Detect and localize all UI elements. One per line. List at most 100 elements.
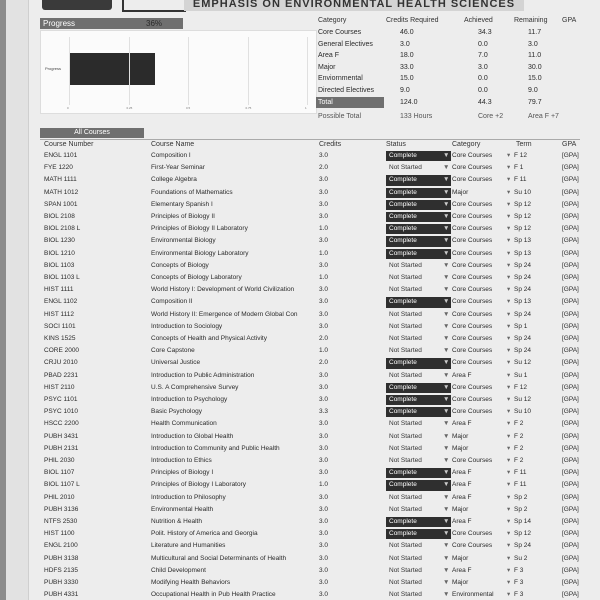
col-header-gpa[interactable]: GPA <box>562 140 576 150</box>
gpa-cell[interactable]: [GPA] <box>562 418 596 430</box>
term-dropdown[interactable]: F 2 <box>514 431 554 443</box>
category-dropdown[interactable]: Core Courses <box>452 540 512 552</box>
course-name-cell[interactable]: Principles of Biology II Laboratory <box>151 223 317 235</box>
course-name-cell[interactable]: Introduction to Public Administration <box>151 370 317 382</box>
course-number-cell[interactable]: PUBH 3138 <box>44 553 144 565</box>
course-number-cell[interactable]: CRJU 2010 <box>44 357 144 369</box>
course-name-cell[interactable]: Principles of Biology II <box>151 211 317 223</box>
course-name-cell[interactable]: Introduction to Ethics <box>151 455 317 467</box>
dropdown-arrow-icon[interactable]: ▾ <box>507 479 510 491</box>
term-dropdown[interactable]: Sp 13 <box>514 248 554 260</box>
course-number-cell[interactable]: HIST 1111 <box>44 284 144 296</box>
dropdown-arrow-icon[interactable]: ▾ <box>507 260 510 272</box>
course-name-cell[interactable]: First-Year Seminar <box>151 162 317 174</box>
credits-cell[interactable]: 3.0 <box>319 540 369 552</box>
credits-cell[interactable]: 3.0 <box>319 492 369 504</box>
category-dropdown[interactable]: Area F <box>452 418 512 430</box>
course-number-cell[interactable]: BIOL 1103 <box>44 260 144 272</box>
summary-cell-category[interactable]: Core Courses <box>318 27 361 38</box>
credits-cell[interactable]: 1.0 <box>319 345 369 357</box>
term-dropdown[interactable]: F 3 <box>514 565 554 577</box>
category-dropdown[interactable]: Core Courses <box>452 406 512 418</box>
term-dropdown[interactable]: Sp 12 <box>514 199 554 211</box>
course-name-cell[interactable]: Basic Psychology <box>151 406 317 418</box>
table-row[interactable]: SPAN 1001 Elementary Spanish I 3.0 Complete… <box>6 199 600 211</box>
term-dropdown[interactable]: Sp 12 <box>514 528 554 540</box>
term-dropdown[interactable]: Su 10 <box>514 187 554 199</box>
term-dropdown[interactable]: F 2 <box>514 418 554 430</box>
status-dropdown[interactable]: Not Started <box>386 455 451 467</box>
course-name-cell[interactable]: Foundations of Mathematics <box>151 187 317 199</box>
status-dropdown[interactable]: Complete <box>386 529 451 540</box>
table-row[interactable]: PUBH 3138 Multicultural and Social Determ… <box>6 553 600 565</box>
course-number-cell[interactable]: SPAN 1001 <box>44 199 144 211</box>
category-dropdown[interactable]: Core Courses <box>452 223 512 235</box>
gpa-cell[interactable]: [GPA] <box>562 309 596 321</box>
summary-cell-category[interactable]: Total <box>318 97 333 108</box>
course-name-cell[interactable]: Polit. History of America and Georgia <box>151 528 317 540</box>
credits-cell[interactable]: 3.0 <box>319 382 369 394</box>
dropdown-arrow-icon[interactable]: ▼ <box>443 370 449 382</box>
table-row[interactable]: BIOL 1103 Concepts of Biology 3.0 Not Start… <box>6 260 600 272</box>
status-dropdown[interactable]: Complete <box>386 199 451 210</box>
course-name-cell[interactable]: Introduction to Sociology <box>151 321 317 333</box>
dropdown-arrow-icon[interactable]: ▾ <box>507 150 510 162</box>
course-name-cell[interactable]: Child Development <box>151 565 317 577</box>
status-dropdown[interactable]: Complete <box>386 358 451 369</box>
term-dropdown[interactable]: F 12 <box>514 150 554 162</box>
credits-cell[interactable]: 3.0 <box>319 418 369 430</box>
course-name-cell[interactable]: Composition I <box>151 150 317 162</box>
dropdown-arrow-icon[interactable]: ▼ <box>443 467 449 479</box>
dropdown-arrow-icon[interactable]: ▾ <box>507 235 510 247</box>
dropdown-arrow-icon[interactable]: ▾ <box>507 455 510 467</box>
table-row[interactable]: BIOL 1107 Principles of Biology I 3.0 Compl… <box>6 467 600 479</box>
credits-cell[interactable]: 3.0 <box>319 260 369 272</box>
course-number-cell[interactable]: BIOL 2108 <box>44 211 144 223</box>
status-dropdown[interactable]: Complete <box>386 187 451 198</box>
status-dropdown[interactable]: Not Started <box>386 418 451 430</box>
category-dropdown[interactable]: Core Courses <box>452 162 512 174</box>
summary-cell-remaining[interactable]: 9.0 <box>528 85 538 96</box>
course-number-cell[interactable]: BIOL 1107 <box>44 467 144 479</box>
gpa-cell[interactable]: [GPA] <box>562 528 596 540</box>
credits-cell[interactable]: 3.3 <box>319 406 369 418</box>
dropdown-arrow-icon[interactable]: ▾ <box>507 248 510 260</box>
summary-cell-remaining[interactable]: 11.0 <box>528 50 541 61</box>
table-row[interactable]: ENGL 1102 Composition II 3.0 Complete Core C… <box>6 296 600 308</box>
course-number-cell[interactable]: PUBH 2131 <box>44 443 144 455</box>
gpa-cell[interactable]: [GPA] <box>562 162 596 174</box>
course-name-cell[interactable]: Universal Justice <box>151 357 317 369</box>
summary-cell-achieved[interactable]: 7.0 <box>478 50 488 61</box>
credits-cell[interactable]: 3.0 <box>319 296 369 308</box>
dropdown-arrow-icon[interactable]: ▼ <box>443 418 449 430</box>
gpa-cell[interactable]: [GPA] <box>562 382 596 394</box>
gpa-cell[interactable]: [GPA] <box>562 187 596 199</box>
summary-cell-required[interactable]: 46.0 <box>400 27 414 38</box>
course-number-cell[interactable]: ENGL 1101 <box>44 150 144 162</box>
status-dropdown[interactable]: Not Started <box>386 577 451 589</box>
status-dropdown[interactable]: Complete <box>386 224 451 235</box>
category-dropdown[interactable]: Core Courses <box>452 357 512 369</box>
gpa-cell[interactable]: [GPA] <box>562 577 596 589</box>
category-dropdown[interactable]: Core Courses <box>452 150 512 162</box>
term-dropdown[interactable]: Sp 12 <box>514 211 554 223</box>
term-dropdown[interactable]: Sp 24 <box>514 284 554 296</box>
summary-cell-category[interactable]: Possible Total <box>318 111 361 122</box>
dropdown-arrow-icon[interactable]: ▼ <box>443 431 449 443</box>
gpa-cell[interactable]: [GPA] <box>562 553 596 565</box>
course-name-cell[interactable]: Health Communication <box>151 418 317 430</box>
progress-chart[interactable]: Progress 0 0.25 0.5 0.75 1 <box>40 30 317 114</box>
table-row[interactable]: PHIL 2010 Introduction to Philosophy 3.0 No… <box>6 492 600 504</box>
summary-cell-category[interactable]: Directed Electives <box>318 85 374 96</box>
course-number-cell[interactable]: PUBH 3136 <box>44 504 144 516</box>
course-number-cell[interactable]: FYE 1220 <box>44 162 144 174</box>
term-dropdown[interactable]: Su 1 <box>514 370 554 382</box>
course-name-cell[interactable]: World History I: Development of World Ci… <box>151 284 317 296</box>
credits-cell[interactable]: 3.0 <box>319 284 369 296</box>
dropdown-arrow-icon[interactable]: ▼ <box>443 357 449 369</box>
dropdown-arrow-icon[interactable]: ▼ <box>443 333 449 345</box>
dropdown-arrow-icon[interactable]: ▾ <box>507 321 510 333</box>
dropdown-arrow-icon[interactable]: ▾ <box>507 284 510 296</box>
dropdown-arrow-icon[interactable]: ▾ <box>507 199 510 211</box>
dropdown-arrow-icon[interactable]: ▼ <box>443 174 449 186</box>
